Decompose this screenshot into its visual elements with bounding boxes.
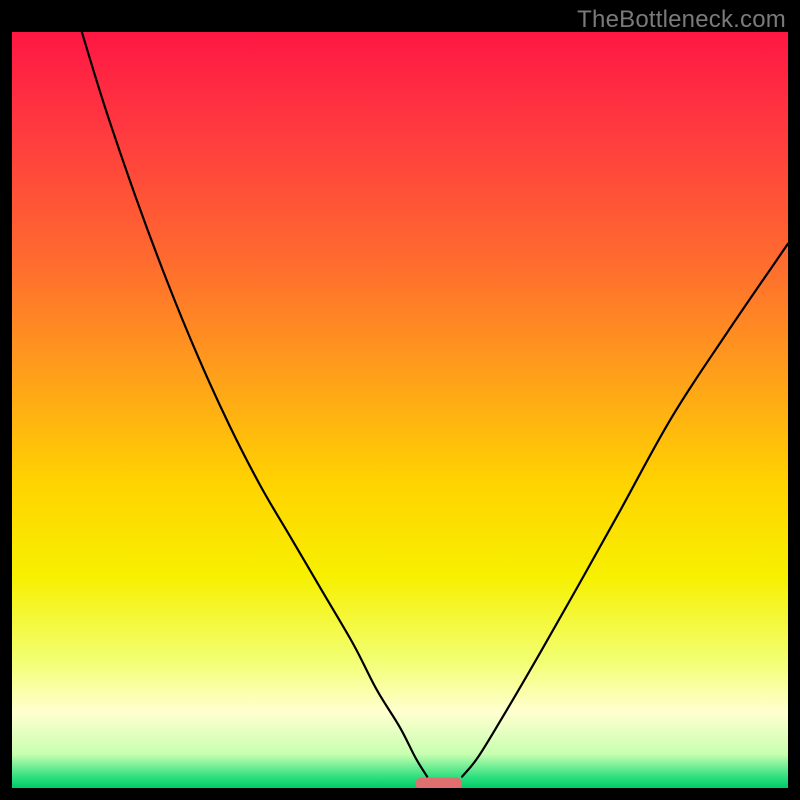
gradient-rect [12, 32, 788, 788]
bottleneck-marker [416, 777, 463, 788]
chart-frame: TheBottleneck.com [0, 0, 800, 800]
plot-area [12, 32, 788, 788]
watermark-text: TheBottleneck.com [577, 6, 786, 34]
chart-svg [12, 32, 788, 788]
